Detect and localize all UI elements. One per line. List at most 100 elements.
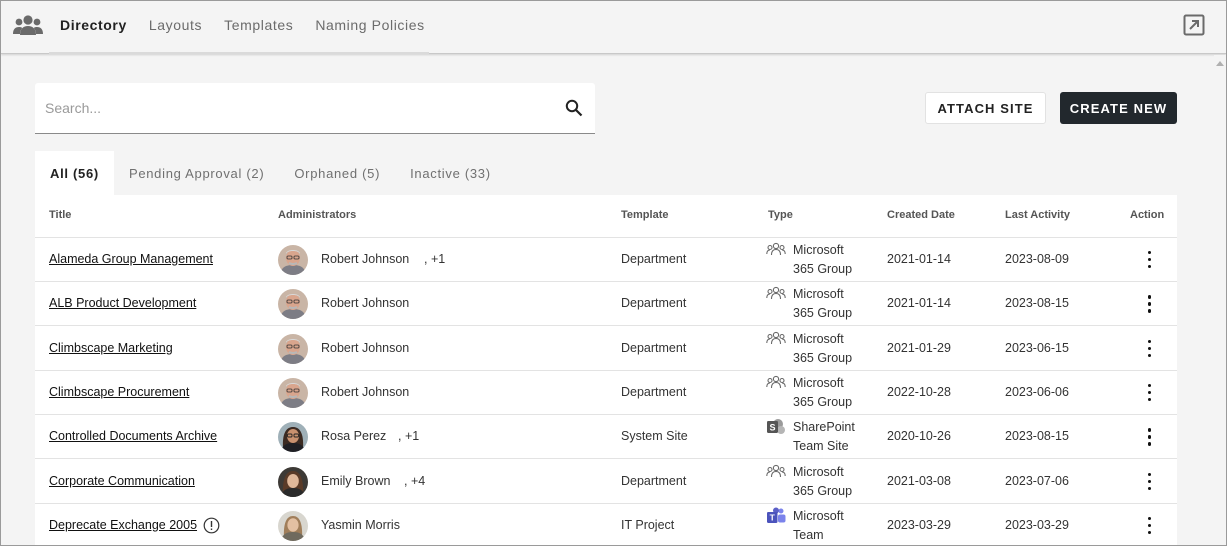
last-activity-date: 2023-08-15	[1005, 296, 1069, 311]
table-row: Controlled Documents Archive Rosa Perez , …	[35, 415, 1177, 460]
site-type-line: Microsoft	[793, 331, 844, 346]
site-type: Microsoft 365 Group	[793, 463, 873, 501]
site-type-line: Microsoft	[793, 464, 844, 479]
template-value: Department	[621, 296, 687, 311]
filter-inactive[interactable]: Inactive (33)	[395, 151, 506, 195]
table-row: Climbscape Procurement Robert Johnson Depa…	[35, 371, 1177, 415]
site-type: SharePoint Team Site	[793, 418, 873, 456]
sites-table: Title Administrators Template Type Creat…	[35, 195, 1177, 545]
avatar	[278, 466, 308, 497]
table-row: Climbscape Marketing Robert Johnson Depart…	[35, 327, 1177, 371]
site-type-line: 365 Group	[793, 262, 853, 276]
people-group-icon	[13, 15, 43, 35]
more-actions-icon[interactable]	[1142, 427, 1156, 447]
site-title-link[interactable]: Alameda Group Management	[49, 252, 213, 266]
app-frame: Directory Layouts Templates Naming Polic…	[0, 0, 1227, 546]
avatar	[278, 510, 308, 541]
administrator-name: Emily Brown	[321, 473, 391, 488]
column-action: Action	[1130, 209, 1165, 221]
column-template[interactable]: Template	[621, 209, 668, 221]
administrator-name: Robert Johnson	[321, 340, 410, 355]
additional-administrators-count[interactable]: , +1	[398, 429, 419, 443]
site-title-link[interactable]: ALB Product Development	[49, 296, 196, 310]
microsoft-teams-icon: T	[766, 507, 786, 525]
table-row: Alameda Group Management Robert Johnson , …	[35, 238, 1177, 282]
column-type[interactable]: Type	[768, 209, 793, 221]
created-date: 2021-01-14	[887, 252, 951, 266]
filter-orphaned[interactable]: Orphaned (5)	[279, 151, 395, 195]
last-activity-date: 2023-06-06	[1005, 384, 1069, 399]
tab-templates[interactable]: Templates	[213, 1, 304, 54]
microsoft-365-group-icon	[766, 463, 786, 481]
site-title-link[interactable]: Deprecate Exchange 2005	[49, 518, 197, 532]
site-type-line: Microsoft	[793, 287, 844, 302]
vertical-scrollbar[interactable]	[1214, 55, 1226, 545]
search-box	[35, 83, 595, 134]
column-title[interactable]: Title	[49, 209, 71, 221]
more-actions-icon[interactable]	[1142, 383, 1156, 403]
column-created-date[interactable]: Created Date	[887, 209, 955, 221]
more-actions-icon[interactable]	[1142, 472, 1156, 492]
last-activity-date: 2023-06-15	[1005, 340, 1069, 355]
more-actions-icon[interactable]	[1142, 516, 1156, 536]
avatar	[278, 333, 308, 364]
scroll-up-icon[interactable]	[1216, 61, 1224, 66]
search-icon[interactable]	[565, 99, 583, 117]
filter-pending-approval[interactable]: Pending Approval (2)	[114, 151, 279, 195]
svg-text:S: S	[769, 423, 775, 433]
site-type-line: 365 Group	[793, 483, 853, 498]
administrator-name: Rosa Perez	[321, 429, 387, 444]
site-title-link[interactable]: Climbscape Marketing	[49, 341, 173, 355]
microsoft-365-group-icon	[766, 241, 786, 259]
site-title-link[interactable]: Climbscape Procurement	[49, 385, 189, 399]
site-type-line: 365 Group	[793, 350, 853, 365]
warning-icon[interactable]	[203, 517, 220, 534]
microsoft-365-group-icon	[766, 285, 786, 303]
create-new-button[interactable]: CREATE NEW	[1060, 92, 1177, 124]
additional-administrators-count[interactable]: , +1	[424, 252, 445, 266]
avatar	[278, 422, 308, 453]
more-actions-icon[interactable]	[1142, 294, 1156, 314]
last-activity-date: 2023-08-15	[1005, 429, 1069, 444]
more-actions-icon[interactable]	[1142, 339, 1156, 359]
attach-site-button[interactable]: ATTACH SITE	[925, 92, 1046, 124]
last-activity-date: 2023-08-09	[1005, 252, 1069, 266]
tab-naming-policies[interactable]: Naming Policies	[304, 1, 435, 54]
created-date: 2021-01-14	[887, 296, 951, 311]
administrator-name: Yasmin Morris	[321, 517, 400, 532]
table-header: Title Administrators Template Type Creat…	[35, 195, 1177, 238]
column-last-activity[interactable]: Last Activity	[1005, 209, 1070, 221]
last-activity-date: 2023-03-29	[1005, 517, 1069, 532]
template-value: System Site	[621, 429, 688, 444]
svg-text:T: T	[770, 512, 776, 522]
site-type: Microsoft 365 Group	[793, 330, 873, 368]
filter-all[interactable]: All (56)	[35, 151, 114, 195]
filter-tabs: All (56) Pending Approval (2) Orphaned (…	[35, 151, 506, 195]
sharepoint-icon: S	[766, 418, 786, 436]
additional-administrators-count[interactable]: , +4	[404, 474, 425, 488]
tab-layouts[interactable]: Layouts	[138, 1, 213, 54]
created-date: 2020-10-26	[887, 429, 951, 444]
column-administrators[interactable]: Administrators	[278, 209, 356, 221]
table-row: Corporate Communication Emily Brown , +4 De…	[35, 460, 1177, 504]
site-type-line: 365 Group	[793, 306, 853, 321]
avatar	[278, 245, 308, 275]
last-activity-date: 2023-07-06	[1005, 473, 1069, 488]
table-row: ALB Product Development Robert Johnson Dep…	[35, 282, 1177, 327]
template-value: Department	[621, 384, 687, 399]
more-actions-icon[interactable]	[1142, 250, 1156, 270]
tab-directory[interactable]: Directory	[49, 1, 138, 54]
created-date: 2022-10-28	[887, 384, 951, 399]
site-type-line: Microsoft	[793, 508, 844, 523]
administrator-name: Robert Johnson	[321, 252, 410, 266]
site-title-link[interactable]: Corporate Communication	[49, 474, 195, 488]
site-type-line: 365 Group	[793, 394, 853, 409]
site-type-line: Team	[793, 527, 824, 542]
site-type: Microsoft 365 Group	[793, 241, 873, 279]
site-title-link[interactable]: Controlled Documents Archive	[49, 429, 217, 443]
created-date: 2021-03-08	[887, 473, 951, 488]
open-in-new-icon[interactable]	[1183, 14, 1205, 36]
search-input[interactable]	[45, 97, 545, 119]
avatar	[278, 289, 308, 320]
administrator-name: Robert Johnson	[321, 384, 410, 399]
